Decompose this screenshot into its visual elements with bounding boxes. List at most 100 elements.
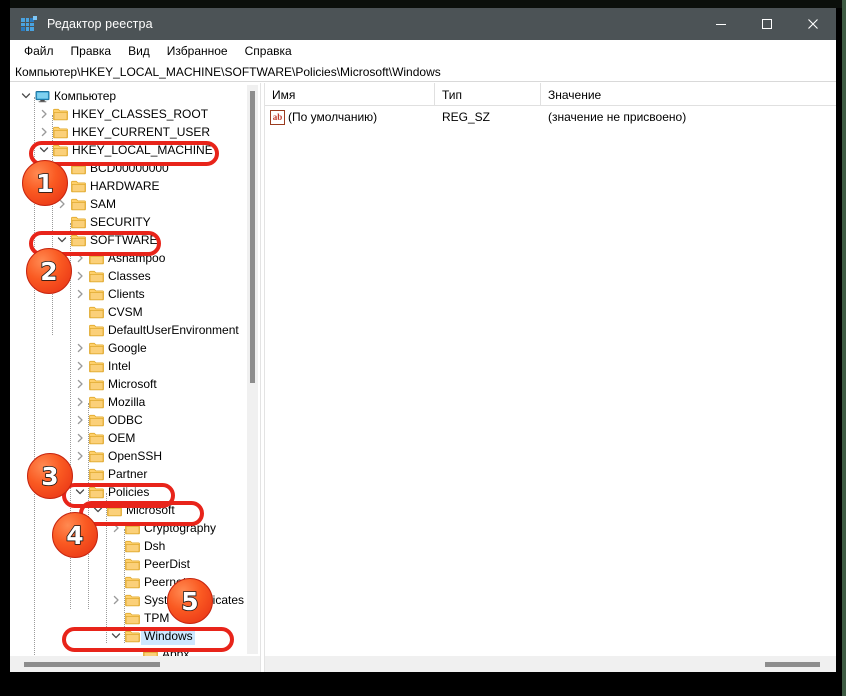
chevron-down-icon[interactable] bbox=[18, 87, 34, 105]
column-header-type[interactable]: Тип bbox=[435, 83, 541, 106]
chevron-right-icon[interactable] bbox=[72, 429, 88, 447]
folder-icon bbox=[88, 267, 105, 285]
tree-item-hardware[interactable]: HARDWARE bbox=[10, 177, 260, 195]
chevron-right-icon[interactable] bbox=[72, 375, 88, 393]
tree-item-label: PeerDist bbox=[144, 556, 191, 571]
tree-item-microsoft[interactable]: Microsoft bbox=[10, 501, 260, 519]
tree-item-sam[interactable]: SAM bbox=[10, 195, 260, 213]
chevron-right-icon[interactable] bbox=[72, 339, 88, 357]
chevron-right-icon[interactable] bbox=[72, 285, 88, 303]
tree-item-peerdist[interactable]: PeerDist bbox=[10, 555, 260, 573]
tree-item-odbc[interactable]: ODBC bbox=[10, 411, 260, 429]
folder-icon bbox=[52, 105, 69, 123]
tree-item-oem[interactable]: OEM bbox=[10, 429, 260, 447]
chevron-right-icon[interactable] bbox=[72, 249, 88, 267]
tree-item-cryptography[interactable]: Cryptography bbox=[10, 519, 260, 537]
tree-item-defaultuserenvironment[interactable]: DefaultUserEnvironment bbox=[10, 321, 260, 339]
tree-item-mozilla[interactable]: Mozilla bbox=[10, 393, 260, 411]
tree-item-google[interactable]: Google bbox=[10, 339, 260, 357]
folder-icon bbox=[124, 555, 141, 573]
column-header-name[interactable]: Имя bbox=[265, 83, 435, 106]
tree-guide-line bbox=[88, 403, 89, 609]
chevron-down-icon[interactable] bbox=[108, 627, 124, 645]
tree-item-ashampoo[interactable]: Ashampoo bbox=[10, 249, 260, 267]
tree-item-hkey-classes-root[interactable]: HKEY_CLASSES_ROOT bbox=[10, 105, 260, 123]
tree-item-label: Peernet bbox=[144, 574, 187, 589]
chevron-down-icon[interactable] bbox=[36, 141, 52, 159]
tree-item-tpm[interactable]: TPM bbox=[10, 609, 260, 627]
chevron-right-icon[interactable] bbox=[72, 357, 88, 375]
tree-horizontal-scrollbar[interactable] bbox=[10, 656, 260, 672]
menu-item-edit[interactable]: Правка bbox=[63, 42, 121, 61]
folder-icon bbox=[88, 411, 105, 429]
tree-item-security[interactable]: SECURITY bbox=[10, 213, 260, 231]
chevron-right-icon[interactable] bbox=[36, 105, 52, 123]
monitor-icon bbox=[34, 87, 51, 105]
tree-indent-spacer bbox=[10, 375, 72, 393]
menu-item-help[interactable]: Справка bbox=[237, 42, 301, 61]
tree-item-bcd00000000[interactable]: BCD00000000 bbox=[10, 159, 260, 177]
ab-string-icon: ab bbox=[270, 109, 285, 125]
folder-icon bbox=[124, 609, 141, 627]
tree-no-expander bbox=[54, 159, 70, 177]
tree-item-hkey-current-user[interactable]: HKEY_CURRENT_USER bbox=[10, 123, 260, 141]
chevron-right-icon[interactable] bbox=[72, 411, 88, 429]
tree-no-expander bbox=[54, 177, 70, 195]
registry-tree-pane: Компьютер HKEY_CLASSES_ROOT HKEY_CURRENT_U… bbox=[10, 83, 260, 672]
chevron-down-icon[interactable] bbox=[90, 501, 106, 519]
tree-item-clients[interactable]: Clients bbox=[10, 285, 260, 303]
values-horizontal-scrollbar[interactable] bbox=[265, 656, 836, 672]
tree-item-dsh[interactable]: Dsh bbox=[10, 537, 260, 555]
tree-item-peernet[interactable]: Peernet bbox=[10, 573, 260, 591]
tree-item-software[interactable]: SOFTWARE bbox=[10, 231, 260, 249]
tree-item-microsoft[interactable]: Microsoft bbox=[10, 375, 260, 393]
chevron-right-icon[interactable] bbox=[72, 267, 88, 285]
chevron-right-icon[interactable] bbox=[54, 195, 70, 213]
close-button[interactable] bbox=[790, 8, 836, 40]
registry-tree[interactable]: Компьютер HKEY_CLASSES_ROOT HKEY_CURRENT_U… bbox=[10, 83, 260, 656]
tree-indent-spacer bbox=[10, 123, 36, 141]
tree-hscroll-thumb[interactable] bbox=[24, 662, 160, 667]
tree-indent-spacer bbox=[10, 429, 72, 447]
tree-item--[interactable]: Компьютер bbox=[10, 87, 260, 105]
chevron-right-icon[interactable] bbox=[36, 123, 52, 141]
folder-icon bbox=[124, 573, 141, 591]
tree-vscroll-thumb[interactable] bbox=[250, 91, 255, 383]
tree-item-intel[interactable]: Intel bbox=[10, 357, 260, 375]
column-header-value[interactable]: Значение bbox=[541, 83, 836, 106]
chevron-down-icon[interactable] bbox=[54, 231, 70, 249]
tree-item-windows[interactable]: Windows bbox=[10, 627, 260, 645]
tree-item-appx[interactable]: Appx bbox=[10, 645, 260, 656]
tree-item-policies[interactable]: Policies bbox=[10, 483, 260, 501]
chevron-right-icon[interactable] bbox=[108, 591, 124, 609]
canvas-edge-left bbox=[0, 0, 10, 696]
tree-item-label: Classes bbox=[108, 268, 151, 283]
tree-item-cvsm[interactable]: CVSM bbox=[10, 303, 260, 321]
folder-icon bbox=[70, 195, 87, 213]
menu-item-file[interactable]: Файл bbox=[16, 42, 63, 61]
address-bar[interactable]: Компьютер\HKEY_LOCAL_MACHINE\SOFTWARE\Po… bbox=[10, 62, 836, 82]
canvas-edge-top bbox=[0, 0, 846, 8]
minimize-button[interactable] bbox=[698, 8, 744, 40]
folder-icon bbox=[142, 645, 159, 656]
values-hscroll-thumb[interactable] bbox=[765, 662, 820, 667]
maximize-button[interactable] bbox=[744, 8, 790, 40]
tree-vertical-scrollbar[interactable] bbox=[247, 85, 258, 654]
menu-item-favorites[interactable]: Избранное bbox=[159, 42, 237, 61]
tree-item-systemcertificates[interactable]: SystemCertificates bbox=[10, 591, 260, 609]
chevron-right-icon[interactable] bbox=[72, 447, 88, 465]
tree-item-classes[interactable]: Classes bbox=[10, 267, 260, 285]
tree-item-hkey-local-machine[interactable]: HKEY_LOCAL_MACHINE bbox=[10, 141, 260, 159]
chevron-right-icon[interactable] bbox=[72, 393, 88, 411]
tree-item-openssh[interactable]: OpenSSH bbox=[10, 447, 260, 465]
chevron-down-icon[interactable] bbox=[72, 483, 88, 501]
table-row[interactable]: ab (По умолчанию) REG_SZ (значение не пр… bbox=[265, 106, 836, 126]
folder-icon bbox=[88, 357, 105, 375]
chevron-right-icon[interactable] bbox=[108, 519, 124, 537]
folder-icon bbox=[70, 231, 87, 249]
tree-item-label: Ashampoo bbox=[108, 250, 166, 265]
folder-icon bbox=[88, 375, 105, 393]
menu-item-view[interactable]: Вид bbox=[120, 42, 159, 61]
tree-item-label: Mozilla bbox=[108, 394, 146, 409]
tree-item-partner[interactable]: Partner bbox=[10, 465, 260, 483]
